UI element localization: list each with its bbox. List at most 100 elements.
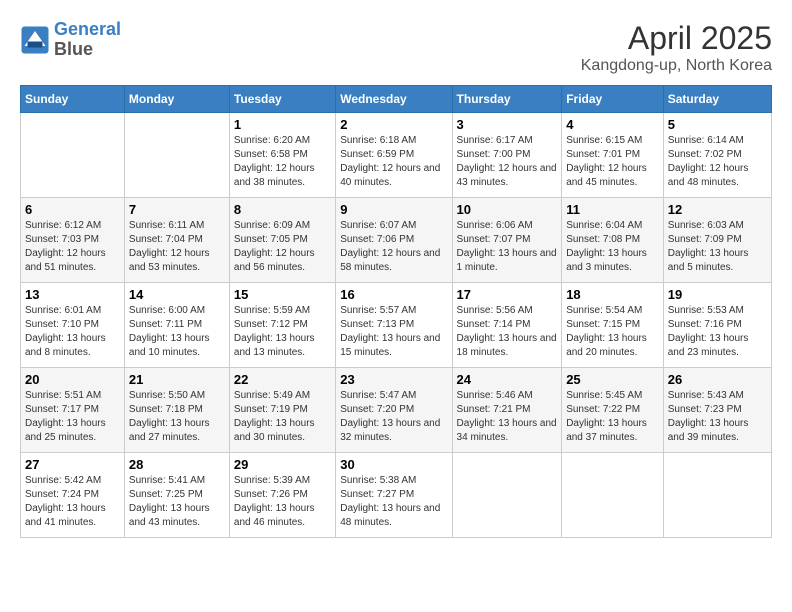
calendar-week-row: 1 Sunrise: 6:20 AMSunset: 6:58 PMDaylight… (21, 113, 772, 198)
day-detail: Sunrise: 6:09 AMSunset: 7:05 PMDaylight:… (234, 219, 331, 275)
day-detail: Sunrise: 5:42 AMSunset: 7:24 PMDaylight:… (25, 474, 120, 530)
day-number: 6 (25, 202, 120, 217)
day-detail: Sunrise: 6:17 AMSunset: 7:00 PMDaylight:… (457, 134, 558, 190)
day-number: 5 (668, 117, 767, 132)
calendar-subtitle: Kangdong-up, North Korea (581, 57, 772, 75)
calendar-cell: 16 Sunrise: 5:57 AMSunset: 7:13 PMDayligh… (336, 283, 452, 368)
day-detail: Sunrise: 5:56 AMSunset: 7:14 PMDaylight:… (457, 304, 558, 360)
day-detail: Sunrise: 6:15 AMSunset: 7:01 PMDaylight:… (566, 134, 659, 190)
calendar-cell: 20Sunrise: 5:51 AMSunset: 7:17 PMDayligh… (21, 368, 125, 453)
day-detail: Sunrise: 6:04 AMSunset: 7:08 PMDaylight:… (566, 219, 659, 275)
day-number: 17 (457, 287, 558, 302)
day-number: 11 (566, 202, 659, 217)
day-number: 15 (234, 287, 331, 302)
day-detail: Sunrise: 5:50 AMSunset: 7:18 PMDaylight:… (129, 389, 225, 445)
calendar-cell: 29Sunrise: 5:39 AMSunset: 7:26 PMDayligh… (229, 453, 335, 538)
calendar-cell (562, 453, 664, 538)
day-number: 27 (25, 457, 120, 472)
calendar-cell: 2 Sunrise: 6:18 AMSunset: 6:59 PMDaylight… (336, 113, 452, 198)
day-number: 29 (234, 457, 331, 472)
day-detail: Sunrise: 6:06 AMSunset: 7:07 PMDaylight:… (457, 219, 558, 275)
calendar-cell (21, 113, 125, 198)
day-number: 26 (668, 372, 767, 387)
day-number: 25 (566, 372, 659, 387)
calendar-cell (124, 113, 229, 198)
day-number: 13 (25, 287, 120, 302)
day-detail: Sunrise: 5:54 AMSunset: 7:15 PMDaylight:… (566, 304, 659, 360)
day-number: 30 (340, 457, 447, 472)
day-number: 14 (129, 287, 225, 302)
calendar-cell: 25 Sunrise: 5:45 AMSunset: 7:22 PMDayligh… (562, 368, 664, 453)
day-detail: Sunrise: 6:03 AMSunset: 7:09 PMDaylight:… (668, 219, 767, 275)
calendar-cell: 24 Sunrise: 5:46 AMSunset: 7:21 PMDayligh… (452, 368, 562, 453)
day-number: 1 (234, 117, 331, 132)
day-number: 22 (234, 372, 331, 387)
logo: GeneralBlue (20, 20, 121, 60)
calendar-week-row: 27 Sunrise: 5:42 AMSunset: 7:24 PMDayligh… (21, 453, 772, 538)
day-number: 12 (668, 202, 767, 217)
weekday-row: SundayMondayTuesdayWednesdayThursdayFrid… (21, 86, 772, 113)
calendar-cell: 8 Sunrise: 6:09 AMSunset: 7:05 PMDaylight… (229, 198, 335, 283)
calendar-week-row: 6Sunrise: 6:12 AMSunset: 7:03 PMDaylight… (21, 198, 772, 283)
day-detail: Sunrise: 6:00 AMSunset: 7:11 PMDaylight:… (129, 304, 225, 360)
day-number: 2 (340, 117, 447, 132)
day-detail: Sunrise: 6:14 AMSunset: 7:02 PMDaylight:… (668, 134, 767, 190)
weekday-header: Monday (124, 86, 229, 113)
calendar-cell: 17 Sunrise: 5:56 AMSunset: 7:14 PMDayligh… (452, 283, 562, 368)
calendar-table: SundayMondayTuesdayWednesdayThursdayFrid… (20, 85, 772, 538)
calendar-cell: 27 Sunrise: 5:42 AMSunset: 7:24 PMDayligh… (21, 453, 125, 538)
calendar-cell: 9 Sunrise: 6:07 AMSunset: 7:06 PMDaylight… (336, 198, 452, 283)
calendar-cell: 6Sunrise: 6:12 AMSunset: 7:03 PMDaylight… (21, 198, 125, 283)
day-detail: Sunrise: 6:18 AMSunset: 6:59 PMDaylight:… (340, 134, 447, 190)
calendar-week-row: 13Sunrise: 6:01 AMSunset: 7:10 PMDayligh… (21, 283, 772, 368)
day-detail: Sunrise: 5:49 AMSunset: 7:19 PMDaylight:… (234, 389, 331, 445)
calendar-cell: 10 Sunrise: 6:06 AMSunset: 7:07 PMDayligh… (452, 198, 562, 283)
day-detail: Sunrise: 5:57 AMSunset: 7:13 PMDaylight:… (340, 304, 447, 360)
logo-icon (20, 25, 50, 55)
day-number: 4 (566, 117, 659, 132)
day-detail: Sunrise: 5:46 AMSunset: 7:21 PMDaylight:… (457, 389, 558, 445)
weekday-header: Thursday (452, 86, 562, 113)
calendar-cell: 21Sunrise: 5:50 AMSunset: 7:18 PMDayligh… (124, 368, 229, 453)
day-number: 20 (25, 372, 120, 387)
day-detail: Sunrise: 5:59 AMSunset: 7:12 PMDaylight:… (234, 304, 331, 360)
weekday-header: Sunday (21, 86, 125, 113)
calendar-header: SundayMondayTuesdayWednesdayThursdayFrid… (21, 86, 772, 113)
day-detail: Sunrise: 5:38 AMSunset: 7:27 PMDaylight:… (340, 474, 447, 530)
day-number: 10 (457, 202, 558, 217)
calendar-body: 1 Sunrise: 6:20 AMSunset: 6:58 PMDaylight… (21, 113, 772, 538)
day-number: 9 (340, 202, 447, 217)
calendar-cell: 15 Sunrise: 5:59 AMSunset: 7:12 PMDayligh… (229, 283, 335, 368)
day-number: 24 (457, 372, 558, 387)
day-detail: Sunrise: 5:45 AMSunset: 7:22 PMDaylight:… (566, 389, 659, 445)
day-number: 19 (668, 287, 767, 302)
day-number: 3 (457, 117, 558, 132)
day-detail: Sunrise: 6:11 AMSunset: 7:04 PMDaylight:… (129, 219, 225, 275)
calendar-cell: 13Sunrise: 6:01 AMSunset: 7:10 PMDayligh… (21, 283, 125, 368)
day-detail: Sunrise: 6:07 AMSunset: 7:06 PMDaylight:… (340, 219, 447, 275)
page-header: GeneralBlue April 2025 Kangdong-up, Nort… (20, 20, 772, 75)
day-detail: Sunrise: 5:43 AMSunset: 7:23 PMDaylight:… (668, 389, 767, 445)
calendar-cell (452, 453, 562, 538)
calendar-cell: 12 Sunrise: 6:03 AMSunset: 7:09 PMDayligh… (663, 198, 771, 283)
calendar-cell: 28Sunrise: 5:41 AMSunset: 7:25 PMDayligh… (124, 453, 229, 538)
day-detail: Sunrise: 5:41 AMSunset: 7:25 PMDaylight:… (129, 474, 225, 530)
day-number: 7 (129, 202, 225, 217)
day-detail: Sunrise: 5:47 AMSunset: 7:20 PMDaylight:… (340, 389, 447, 445)
logo-text: GeneralBlue (54, 20, 121, 60)
day-number: 16 (340, 287, 447, 302)
calendar-week-row: 20Sunrise: 5:51 AMSunset: 7:17 PMDayligh… (21, 368, 772, 453)
calendar-cell: 26 Sunrise: 5:43 AMSunset: 7:23 PMDayligh… (663, 368, 771, 453)
calendar-cell: 4 Sunrise: 6:15 AMSunset: 7:01 PMDaylight… (562, 113, 664, 198)
calendar-cell: 14 Sunrise: 6:00 AMSunset: 7:11 PMDayligh… (124, 283, 229, 368)
title-block: April 2025 Kangdong-up, North Korea (581, 20, 772, 75)
calendar-cell: 5 Sunrise: 6:14 AMSunset: 7:02 PMDaylight… (663, 113, 771, 198)
day-number: 23 (340, 372, 447, 387)
day-detail: Sunrise: 6:20 AMSunset: 6:58 PMDaylight:… (234, 134, 331, 190)
calendar-cell: 1 Sunrise: 6:20 AMSunset: 6:58 PMDaylight… (229, 113, 335, 198)
weekday-header: Friday (562, 86, 664, 113)
calendar-cell: 19Sunrise: 5:53 AMSunset: 7:16 PMDayligh… (663, 283, 771, 368)
calendar-cell: 23 Sunrise: 5:47 AMSunset: 7:20 PMDayligh… (336, 368, 452, 453)
weekday-header: Tuesday (229, 86, 335, 113)
day-number: 8 (234, 202, 331, 217)
